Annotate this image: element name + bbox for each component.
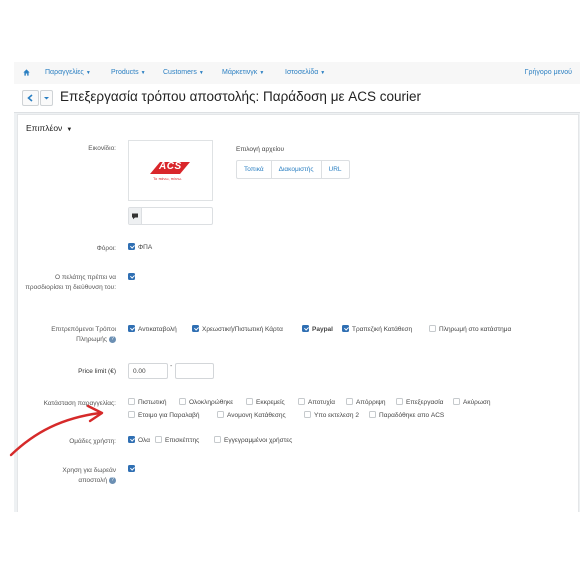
payment-card-option[interactable]: Χρεωστική/Πιστωτική Κάρτα <box>192 325 283 333</box>
file-picker-label: Επιλογή αρχείου <box>236 146 285 153</box>
status-checkbox[interactable] <box>396 398 403 405</box>
status-checkbox[interactable] <box>369 411 376 418</box>
status-option[interactable]: Υπο εκτελεση 2 <box>304 411 359 419</box>
chevron-down-icon: ▼ <box>320 70 326 76</box>
nav-item-orders[interactable]: Παραγγελίες ▼ <box>45 69 91 76</box>
free-shipping-checkbox[interactable] <box>128 465 135 472</box>
arrow-left-icon <box>27 94 33 102</box>
image-label: Εικονίδιο: <box>88 145 116 152</box>
nav-item-products[interactable]: Products ▼ <box>111 69 146 76</box>
image-path-input[interactable] <box>128 207 213 225</box>
comment-icon <box>129 208 142 224</box>
status-checkbox[interactable] <box>246 398 253 405</box>
taxes-label: Φόροι: <box>96 245 116 252</box>
nav-item-website[interactable]: Ιστοσελίδα ▼ <box>285 69 325 76</box>
tax-vat-option[interactable]: ΦΠΑ <box>128 243 152 251</box>
status-checkbox[interactable] <box>128 411 135 418</box>
price-limit-label: Price limit (€) <box>78 368 116 375</box>
status-checkbox[interactable] <box>217 411 224 418</box>
back-button[interactable] <box>22 90 39 106</box>
payment-paypal-option[interactable]: Paypal <box>302 325 333 333</box>
status-option[interactable]: Εκκρεμείς <box>246 398 285 406</box>
chevron-down-icon: ▼ <box>140 70 146 76</box>
price-limit-min-input[interactable]: 0.00 <box>128 363 168 379</box>
home-icon[interactable] <box>23 69 30 76</box>
chevron-down-icon: ▼ <box>259 70 265 76</box>
red-annotation-arrow <box>9 404 104 457</box>
panel-header-toggle[interactable]: Επιπλέον ▼ <box>26 123 72 133</box>
top-nav: Παραγγελίες ▼ Products ▼ Customers ▼ Μάρκετ… <box>14 62 580 85</box>
status-option[interactable]: Ανομονη Κατάθεσης <box>217 411 286 419</box>
title-bar: Επεξεργασία τρόπου αποστολής: Παράδοση μ… <box>14 84 580 113</box>
status-option[interactable]: Ακύρωση <box>453 398 491 406</box>
payment-paypal-checkbox[interactable] <box>302 325 309 332</box>
payment-methods-label: Επιτρεπόμενοι Τρόποι Πληρωμής? <box>51 326 116 343</box>
caret-down-icon <box>44 97 49 100</box>
help-icon[interactable]: ? <box>109 335 116 343</box>
status-option[interactable]: Παραδόθηκε απο ACS <box>369 411 444 419</box>
payment-bank-option[interactable]: Τραπεζική Κατάθεση <box>342 325 412 333</box>
chevron-down-icon: ▼ <box>85 70 91 76</box>
page-title: Επεξεργασία τρόπου αποστολής: Παράδοση μ… <box>60 89 422 104</box>
payment-store-checkbox[interactable] <box>429 325 436 332</box>
payment-cod-option[interactable]: Αντικαταβολή <box>128 325 177 333</box>
nav-item-marketing[interactable]: Μάρκετινγκ ▼ <box>222 69 264 76</box>
range-separator: - <box>170 363 173 370</box>
status-checkbox[interactable] <box>298 398 305 405</box>
address-required-checkbox[interactable] <box>128 273 135 280</box>
image-preview[interactable]: ACS Το πάνω, πάνω. <box>128 140 213 201</box>
status-checkbox[interactable] <box>304 411 311 418</box>
group-guest-checkbox[interactable] <box>155 436 162 443</box>
price-limit-max-input[interactable] <box>175 363 214 379</box>
nav-item-customers[interactable]: Customers ▼ <box>163 69 204 76</box>
tax-vat-checkbox[interactable] <box>128 243 135 250</box>
status-option[interactable]: Ετοιμο για Παραλαβή <box>128 411 199 419</box>
quick-menu-link[interactable]: Γρήγορο μενού <box>525 69 572 76</box>
status-option[interactable]: Απόρριψη <box>346 398 386 406</box>
tab-server[interactable]: Διακομιστής <box>272 161 322 178</box>
group-registered-checkbox[interactable] <box>214 436 221 443</box>
status-checkbox[interactable] <box>346 398 353 405</box>
acs-logo: ACS Το πάνω, πάνω. <box>148 160 192 182</box>
address-required-label: Ο πελάτης πρέπει να προσδιορίσει τη διεύ… <box>25 274 116 291</box>
status-option[interactable]: Πιστωτική <box>128 398 167 406</box>
address-required-option[interactable] <box>128 273 135 281</box>
payment-bank-checkbox[interactable] <box>342 325 349 332</box>
status-option[interactable]: Αποτυχία <box>298 398 335 406</box>
actions-dropdown-button[interactable] <box>40 90 53 106</box>
tab-local[interactable]: Τοπικά <box>237 161 272 178</box>
group-guest-option[interactable]: Επισκέπτης <box>155 436 199 444</box>
status-option[interactable]: Ολοκληρώθηκε <box>179 398 233 406</box>
chevron-down-icon: ▼ <box>198 70 204 76</box>
status-option[interactable]: Επεξεργασία <box>396 398 443 406</box>
status-checkbox[interactable] <box>128 398 135 405</box>
payment-cod-checkbox[interactable] <box>128 325 135 332</box>
group-all-checkbox[interactable] <box>128 436 135 443</box>
group-registered-option[interactable]: Εγγεγραμμένοι χρήστες <box>214 436 292 444</box>
status-checkbox[interactable] <box>453 398 460 405</box>
payment-store-option[interactable]: Πληρωμή στο κατάστημα <box>429 325 511 333</box>
free-shipping-option[interactable] <box>128 465 135 473</box>
payment-card-checkbox[interactable] <box>192 325 199 332</box>
tab-url[interactable]: URL <box>322 161 349 178</box>
status-checkbox[interactable] <box>179 398 186 405</box>
chevron-down-icon: ▼ <box>66 127 73 133</box>
group-all-option[interactable]: Ολα <box>128 436 150 444</box>
file-source-tabs: Τοπικά Διακομιστής URL <box>236 160 350 179</box>
help-icon[interactable]: ? <box>109 476 116 484</box>
